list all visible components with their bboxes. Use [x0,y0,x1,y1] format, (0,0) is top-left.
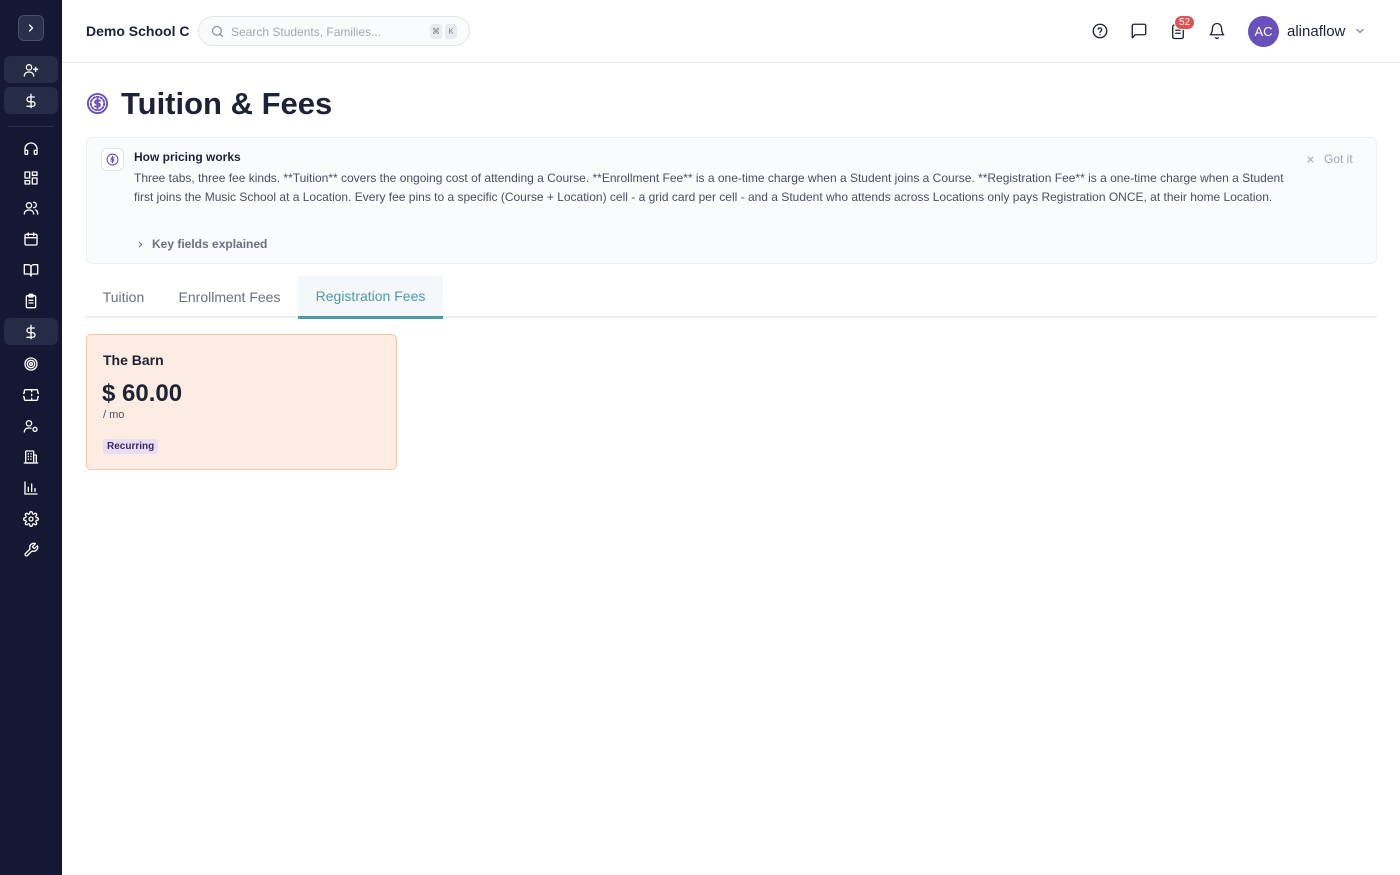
tasks-count-badge: 52 [1174,15,1196,30]
avatar[interactable]: AC [1248,16,1279,47]
key-fields-toggle[interactable]: Key fields explained [136,237,267,251]
chevron-right-icon [28,24,34,32]
pricing-info-banner: How pricing works Three tabs, three fee … [86,137,1377,264]
dollar-circle-icon [86,92,109,115]
gear-icon [23,510,39,527]
username[interactable]: alinaflow [1287,23,1345,40]
fee-card-period: / mo [103,409,125,421]
sidebar-divider [8,126,54,127]
bell-icon [1209,22,1225,40]
dashboard-icon [24,170,38,185]
bar-chart-icon [24,480,38,495]
chevron-down-icon[interactable] [1354,25,1366,37]
dollar-circle-icon [106,153,119,166]
calendar-icon [24,231,38,246]
close-icon [1307,155,1314,163]
sidebar [0,0,62,875]
search-input[interactable] [231,23,421,41]
sidebar-item-add-student[interactable] [4,56,58,83]
sidebar-item-reports[interactable] [4,474,58,501]
page-title: Tuition & Fees [121,86,333,121]
search-icon [211,25,224,38]
book-icon [23,263,39,277]
sidebar-item-events[interactable] [4,381,58,408]
sidebar-item-calendar[interactable] [4,225,58,252]
chevron-right-icon [138,241,143,247]
shortcut-key-cmd: ⌘ [430,24,442,39]
dollar-icon [26,93,36,108]
sidebar-item-locations[interactable] [4,443,58,470]
clipboard-icon [25,293,37,308]
sidebar-item-tuition-fees[interactable] [4,318,58,345]
shortcut-key-k: K [445,24,457,39]
target-icon [24,356,38,371]
fee-card-amount: $ 60.00 [102,380,183,407]
sidebar-item-settings[interactable] [4,505,58,532]
fee-card-recurring-tag: Recurring [103,439,159,454]
user-plus-icon [23,63,39,77]
message-square-icon [1131,23,1147,39]
sidebar-item-tasks[interactable] [4,287,58,314]
dollar-icon [26,324,36,339]
sidebar-item-tools[interactable] [4,536,58,563]
headset-icon [24,141,38,155]
sidebar-item-people[interactable] [4,194,58,221]
user-cog-icon [23,419,38,433]
sidebar-toggle-button[interactable] [18,15,44,41]
sidebar-item-staff[interactable] [4,412,58,439]
key-fields-label: Key fields explained [152,237,268,251]
school-name[interactable]: Demo School C [86,23,189,39]
help-button[interactable] [1089,20,1111,42]
fee-card-location: The Barn [103,352,164,368]
tab-enrollment-fees[interactable]: Enrollment Fees [161,276,298,318]
search-box[interactable]: ⌘ K [198,16,470,46]
tab-tuition[interactable]: Tuition [86,276,161,318]
sidebar-item-support[interactable] [4,135,58,162]
sidebar-item-dashboard[interactable] [4,164,58,191]
sidebar-item-goals[interactable] [4,350,58,377]
sidebar-item-quick-payment[interactable] [4,87,58,114]
help-circle-icon [1092,23,1108,39]
users-icon [23,201,39,215]
fee-card[interactable]: The Barn $ 60.00 / mo Recurring [86,334,397,470]
messages-button[interactable] [1128,20,1150,42]
ticket-icon [23,388,39,401]
info-banner-title: How pricing works [134,150,241,164]
sidebar-item-courses[interactable] [4,256,58,283]
building-icon [23,449,39,464]
got-it-button[interactable]: Got it [1306,152,1353,166]
got-it-label: Got it [1324,152,1353,166]
fee-tabs: Tuition Enrollment Fees Registration Fee… [86,276,1377,319]
notifications-button[interactable] [1206,20,1228,42]
tab-registration-fees[interactable]: Registration Fees [298,276,443,319]
wrench-icon [24,542,39,557]
info-banner-body: Three tabs, three fee kinds. **Tuition**… [134,171,1284,204]
top-bar: Demo School C ⌘ K 52 AC alinaflow [62,0,1400,63]
info-banner-icon [101,148,124,171]
